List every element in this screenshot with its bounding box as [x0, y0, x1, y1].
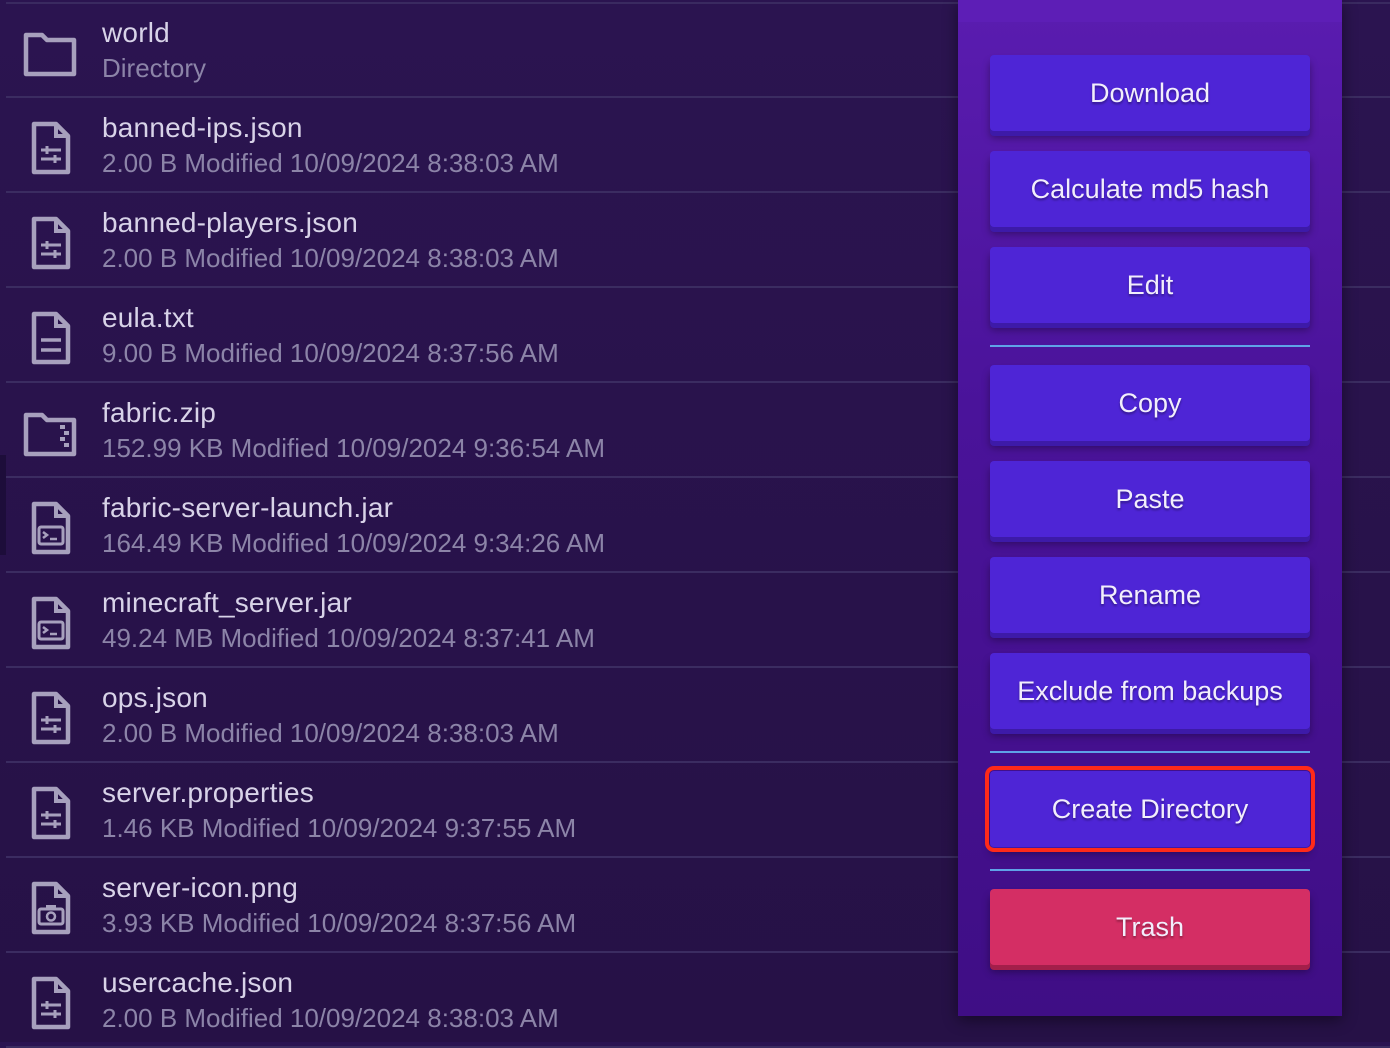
menu-top-band [958, 0, 1342, 22]
file-name: server-icon.png [102, 872, 298, 903]
file-context-menu: Download Calculate md5 hash Edit Copy Pa… [958, 0, 1342, 1016]
zip-folder-icon [20, 403, 80, 463]
file-meta: 2.00 B Modified 10/09/2024 8:38:03 AM [102, 148, 559, 178]
download-button[interactable]: Download [990, 55, 1310, 131]
file-meta: 164.49 KB Modified 10/09/2024 9:34:26 AM [102, 528, 606, 558]
file-name: world [102, 17, 170, 48]
folder-icon [20, 23, 80, 83]
settings-file-icon [20, 783, 80, 843]
image-file-icon [20, 878, 80, 938]
settings-file-icon [20, 118, 80, 178]
file-meta: 3.93 KB Modified 10/09/2024 8:37:56 AM [102, 908, 577, 938]
calculate-md5-button[interactable]: Calculate md5 hash [990, 151, 1310, 227]
menu-separator [990, 751, 1310, 753]
file-meta: 2.00 B Modified 10/09/2024 8:38:03 AM [102, 1003, 559, 1033]
file-meta: 9.00 B Modified 10/09/2024 8:37:56 AM [102, 338, 559, 368]
menu-separator [990, 869, 1310, 871]
file-name: banned-ips.json [102, 112, 303, 143]
file-name: fabric.zip [102, 397, 217, 428]
file-name: minecraft_server.jar [102, 587, 352, 618]
edit-button[interactable]: Edit [990, 247, 1310, 323]
file-meta: Directory [102, 53, 207, 83]
file-name: ops.json [102, 682, 208, 713]
text-file-icon [20, 308, 80, 368]
terminal-file-icon [20, 593, 80, 653]
exclude-from-backups-button[interactable]: Exclude from backups [990, 653, 1310, 729]
file-name: fabric-server-launch.jar [102, 492, 394, 523]
create-directory-button[interactable]: Create Directory [985, 766, 1315, 852]
file-name: banned-players.json [102, 207, 358, 238]
copy-button[interactable]: Copy [990, 365, 1310, 441]
settings-file-icon [20, 973, 80, 1033]
file-meta: 2.00 B Modified 10/09/2024 8:38:03 AM [102, 718, 559, 748]
menu-separator [990, 345, 1310, 347]
paste-button[interactable]: Paste [990, 461, 1310, 537]
terminal-file-icon [20, 498, 80, 558]
file-meta: 152.99 KB Modified 10/09/2024 9:36:54 AM [102, 433, 606, 463]
file-meta: 2.00 B Modified 10/09/2024 8:38:03 AM [102, 243, 559, 273]
settings-file-icon [20, 213, 80, 273]
settings-file-icon [20, 688, 80, 748]
file-meta: 49.24 MB Modified 10/09/2024 8:37:41 AM [102, 623, 595, 653]
file-name: server.properties [102, 777, 314, 808]
trash-button[interactable]: Trash [990, 889, 1310, 965]
file-meta: 1.46 KB Modified 10/09/2024 9:37:55 AM [102, 813, 577, 843]
file-name: eula.txt [102, 302, 194, 333]
file-name: usercache.json [102, 967, 294, 998]
rename-button[interactable]: Rename [990, 557, 1310, 633]
